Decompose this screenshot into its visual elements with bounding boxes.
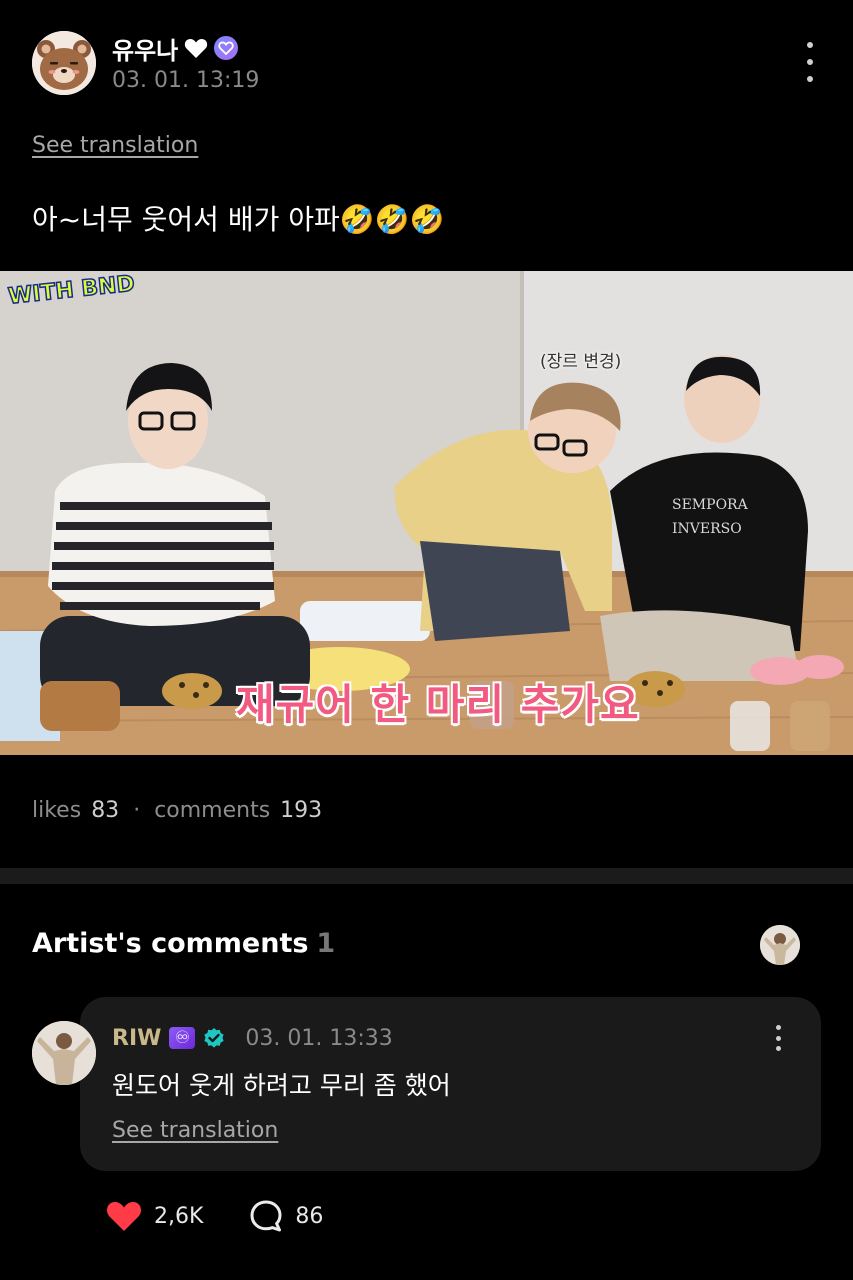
- video-caption-big: 재규어 한 마리 추가요: [236, 680, 640, 729]
- author-name[interactable]: 유우나: [112, 31, 178, 66]
- bear-avatar-icon: [32, 31, 96, 95]
- artist-comments-title-text: Artist's comments: [32, 928, 309, 959]
- post-text: 아~너무 웃어서 배가 아파🤣🤣🤣: [32, 203, 445, 236]
- artist-avatar-image: [760, 925, 800, 965]
- commenter-avatar-image: [32, 1021, 96, 1085]
- comment-text: 원도어 웃게 하려고 무리 좀 했어: [112, 1071, 451, 1100]
- comments-count[interactable]: 193: [280, 798, 322, 823]
- heart-icon: [185, 38, 208, 58]
- verified-badge-icon: [204, 1028, 225, 1048]
- comment-header: RIW ♾ 03. 01. 13:33: [112, 1022, 393, 1054]
- more-vertical-icon[interactable]: [800, 42, 820, 82]
- membership-badge-icon: [214, 36, 239, 60]
- like-button[interactable]: 2,6K: [106, 1200, 203, 1232]
- artist-mini-avatar[interactable]: [760, 925, 800, 965]
- artist-comments-count: 1: [316, 928, 336, 959]
- likes-count[interactable]: 83: [91, 798, 119, 823]
- stats-separator: ·: [133, 798, 141, 823]
- video-caption-small: (장르 변경): [540, 352, 622, 372]
- comments-label[interactable]: comments: [154, 798, 270, 823]
- comment-time: 03. 01. 13:33: [245, 1025, 393, 1051]
- comment-button[interactable]: 86: [249, 1199, 323, 1233]
- artist-comments-title: Artist's comments 1: [32, 928, 335, 959]
- post-timestamp: 03. 01. 13:19: [112, 68, 260, 93]
- post-actions: 2,6K 86: [106, 1196, 323, 1236]
- author-row: 유우나: [112, 30, 239, 66]
- see-translation-link[interactable]: See translation: [32, 133, 198, 158]
- comment-count: 86: [295, 1203, 324, 1229]
- infinity-badge-icon: ♾: [169, 1027, 196, 1049]
- post-stats: likes 83 · comments 193: [32, 798, 322, 823]
- svg-text:SEMPORA: SEMPORA: [672, 497, 749, 513]
- commenter-name[interactable]: RIW: [112, 1026, 161, 1051]
- commenter-avatar[interactable]: [32, 1021, 96, 1085]
- author-avatar[interactable]: [32, 31, 96, 95]
- post-video-thumbnail[interactable]: SEMPORA INVERSO WITH BND (장르 변경) 재규어 한 마…: [0, 271, 853, 755]
- likes-label[interactable]: likes: [32, 798, 81, 823]
- comment-see-translation-link[interactable]: See translation: [112, 1118, 278, 1143]
- like-count: 2,6K: [154, 1203, 204, 1229]
- comment-bubble-icon: [250, 1200, 282, 1232]
- comment-more-icon[interactable]: [771, 1025, 785, 1051]
- heart-filled-icon: [106, 1201, 142, 1231]
- svg-text:INVERSO: INVERSO: [672, 521, 742, 537]
- section-divider: [0, 868, 853, 884]
